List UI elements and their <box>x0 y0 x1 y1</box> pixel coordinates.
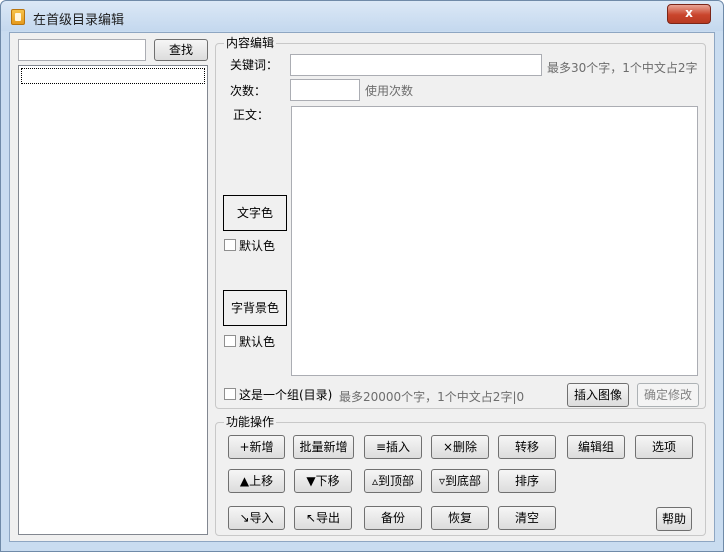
keyword-input[interactable] <box>290 54 542 76</box>
is-group-checkbox[interactable] <box>224 388 236 400</box>
text-default-checkbox[interactable] <box>224 239 236 251</box>
sort-button[interactable]: 排序 <box>498 469 556 493</box>
close-button[interactable]: x <box>667 4 711 24</box>
to-bottom-button[interactable]: ▿到底部 <box>431 469 489 493</box>
search-input[interactable] <box>18 39 146 61</box>
bg-default-checkbox[interactable] <box>224 335 236 347</box>
delete-button[interactable]: ×删除 <box>431 435 489 459</box>
keyword-label: 关键词： <box>230 58 279 72</box>
body-textarea[interactable] <box>291 106 698 376</box>
move-down-button[interactable]: ▼下移 <box>294 469 352 493</box>
restore-button[interactable]: 恢复 <box>431 506 489 530</box>
is-group-label[interactable]: 这是一个组(目录) <box>239 388 332 402</box>
count-hint: 使用次数 <box>365 84 414 98</box>
directory-tree[interactable] <box>18 65 208 535</box>
move-button[interactable]: 转移 <box>498 435 556 459</box>
client-area: 查找 内容编辑 关键词： 最多30个字，1个中文占2字 次数： 使用次数 正文：… <box>9 32 715 542</box>
to-top-button[interactable]: ▵到顶部 <box>364 469 422 493</box>
add-button[interactable]: +新增 <box>228 435 285 459</box>
find-button[interactable]: 查找 <box>154 39 208 61</box>
bg-color-button[interactable]: 字背景色 <box>223 290 287 326</box>
export-button[interactable]: ↖导出 <box>294 506 352 530</box>
batch-add-button[interactable]: 批量新增 <box>293 435 354 459</box>
bg-default-label[interactable]: 默认色 <box>239 335 275 349</box>
move-up-button[interactable]: ▲上移 <box>228 469 285 493</box>
count-input[interactable] <box>290 79 360 101</box>
text-default-label[interactable]: 默认色 <box>239 239 275 253</box>
backup-button[interactable]: 备份 <box>364 506 422 530</box>
options-button[interactable]: 选项 <box>635 435 693 459</box>
insert-button[interactable]: ≡插入 <box>364 435 422 459</box>
title-bar: 在首级目录编辑 x <box>1 1 723 31</box>
keyword-hint: 最多30个字，1个中文占2字 <box>547 61 698 75</box>
functions-group: 功能操作 +新增 批量新增 ≡插入 ×删除 转移 编辑组 选项 ▲上移 ▼下移 … <box>215 415 706 536</box>
text-color-button[interactable]: 文字色 <box>223 195 287 231</box>
help-button[interactable]: 帮助 <box>656 507 692 531</box>
content-edit-group: 内容编辑 关键词： 最多30个字，1个中文占2字 次数： 使用次数 正文： 文字… <box>215 36 706 409</box>
tree-selected-item[interactable] <box>21 68 205 84</box>
functions-legend: 功能操作 <box>224 415 277 429</box>
body-label: 正文： <box>233 108 270 122</box>
window-title: 在首级目录编辑 <box>33 13 125 28</box>
edit-group-button[interactable]: 编辑组 <box>567 435 625 459</box>
app-icon <box>11 9 25 25</box>
content-edit-legend: 内容编辑 <box>224 36 277 50</box>
editor-window: 在首级目录编辑 x 查找 内容编辑 关键词： 最多30个字，1个中文占2字 次数… <box>0 0 724 552</box>
count-label: 次数： <box>230 84 267 98</box>
clear-button[interactable]: 清空 <box>498 506 556 530</box>
insert-image-button[interactable]: 插入图像 <box>567 383 629 407</box>
body-length-status: 最多20000个字，1个中文占2字|0 <box>339 390 525 404</box>
import-button[interactable]: ↘导入 <box>228 506 285 530</box>
confirm-edit-button[interactable]: 确定修改 <box>637 383 699 407</box>
